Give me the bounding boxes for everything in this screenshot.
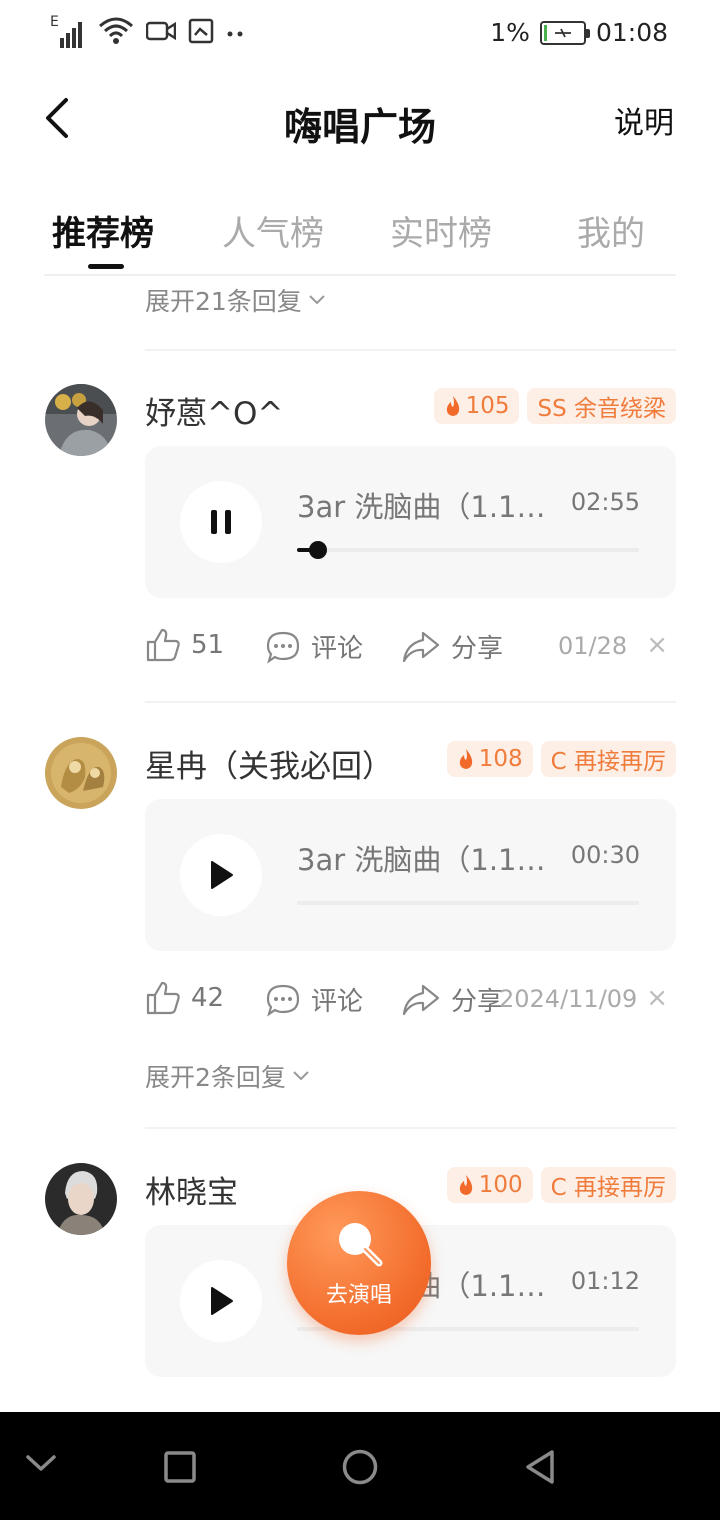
tab-mine[interactable]: 我的 [577,206,645,255]
explain-button[interactable]: 说明 [614,98,674,142]
badge-group: 108 C 再接再厉 [446,741,676,777]
thumbs-up-icon [146,981,180,1015]
page-title: 嗨唱广场 [283,105,436,149]
badge-group: 100 C 再接再厉 [446,1167,676,1203]
tab-realtime[interactable]: 实时榜 [390,206,492,255]
song-title: 3ar 洗脑曲（1.1x... [297,490,557,524]
heat-value: 100 [478,1172,523,1198]
go-sing-label: 去演唱 [325,1283,392,1308]
tab-recommended[interactable]: 推荐榜 [52,206,154,255]
like-count: 51 [191,630,225,660]
badge-group: 105 SS 余音绕梁 [433,388,676,424]
play-button[interactable] [180,1260,262,1342]
pause-icon [211,510,231,534]
avatar[interactable] [45,737,117,809]
wifi-icon [98,16,134,50]
post-date: 01/28 [558,632,628,660]
tab-bar: 推荐榜 人气榜 实时榜 我的 [44,196,676,276]
action-bar: 51 评论 分享 01/28 × [145,628,676,672]
share-label: 分享 [451,987,504,1017]
username[interactable]: 妤蒽^O^ [145,388,283,433]
rank-badge: C 再接再厉 [540,741,676,777]
progress-bar[interactable] [297,541,639,559]
rank-badge: SS 余音绕梁 [527,388,676,424]
close-icon[interactable]: × [646,983,668,1013]
home-icon[interactable] [341,1448,379,1486]
play-icon [211,861,233,889]
play-button[interactable] [180,834,262,916]
microphone-icon [339,1223,383,1267]
go-sing-button[interactable]: 去演唱 [287,1191,431,1335]
post-date: 2024/11/09 [499,985,638,1013]
comment-button[interactable]: 评论 [265,981,363,1018]
screenshot-icon [188,18,214,48]
expand-replies-label: 展开21条回复 [145,287,302,316]
system-nav-bar [0,1412,720,1520]
share-icon [402,631,440,662]
flame-icon [459,749,472,769]
recent-apps-icon[interactable] [163,1450,197,1484]
song-duration: 00:30 [570,841,640,869]
header: 嗨唱广场 说明 [0,80,720,160]
chevron-down-icon [309,295,325,305]
username[interactable]: 林晓宝 [145,1167,238,1212]
share-label: 分享 [451,634,504,664]
audio-player[interactable]: 3ar 洗脑曲（1.1x... 00:30 [145,799,676,951]
share-button[interactable]: 分享 [401,981,503,1018]
flame-icon [446,396,459,416]
expand-replies-button[interactable]: 展开21条回复 [145,282,326,318]
more-dots-icon [226,24,246,43]
heat-badge: 105 [433,388,520,424]
tab-popular[interactable]: 人气榜 [222,206,324,255]
expand-replies-label: 展开2条回复 [145,1063,286,1092]
comment-label: 评论 [311,634,364,664]
clock: 01:08 [595,18,668,47]
video-icon [145,19,177,47]
username[interactable]: 星冉（关我必回） [145,741,393,786]
battery-charging-icon [539,20,590,45]
close-icon[interactable]: × [646,630,668,660]
like-count: 42 [191,983,225,1013]
song-duration: 02:55 [570,488,640,516]
status-bar: E 1% 01:08 [0,0,720,70]
status-icons-left: E [50,14,246,50]
divider [145,1127,676,1129]
song-duration: 01:12 [570,1267,640,1295]
flame-icon [459,1175,472,1195]
avatar[interactable] [45,384,117,456]
network-type-label: E [50,14,59,30]
status-icons-right: 1% 01:08 [490,18,668,47]
back-icon[interactable] [522,1448,558,1486]
share-icon [402,984,440,1015]
progress-bar[interactable] [297,901,639,905]
signal-icon: E [50,14,86,48]
tab-active-indicator [88,264,124,269]
battery-percent: 1% [490,18,530,47]
like-button[interactable]: 42 [145,981,224,1015]
pause-button[interactable] [180,481,262,563]
divider [145,349,676,351]
heat-badge: 100 [446,1167,533,1203]
song-title: 3ar 洗脑曲（1.1x... [297,843,557,877]
heat-value: 105 [465,393,510,419]
comment-button[interactable]: 评论 [265,628,363,665]
nav-collapse-icon[interactable] [24,1452,58,1474]
avatar[interactable] [45,1163,117,1235]
heat-badge: 108 [446,741,533,777]
expand-replies-button[interactable]: 展开2条回复 [145,1058,310,1094]
audio-player[interactable]: 3ar 洗脑曲（1.1x... 02:55 [145,446,676,598]
play-icon [211,1287,233,1315]
comment-label: 评论 [311,987,364,1017]
heat-value: 108 [478,746,523,772]
comment-icon [266,984,300,1017]
action-bar: 42 评论 分享 2024/11/09 × [145,981,676,1025]
rank-badge: C 再接再厉 [540,1167,676,1203]
comment-icon [266,631,300,664]
progress-knob[interactable] [308,541,327,559]
chevron-down-icon [293,1071,309,1081]
share-button[interactable]: 分享 [401,628,503,665]
divider [145,701,676,703]
like-button[interactable]: 51 [145,628,224,662]
thumbs-up-icon [146,628,180,662]
